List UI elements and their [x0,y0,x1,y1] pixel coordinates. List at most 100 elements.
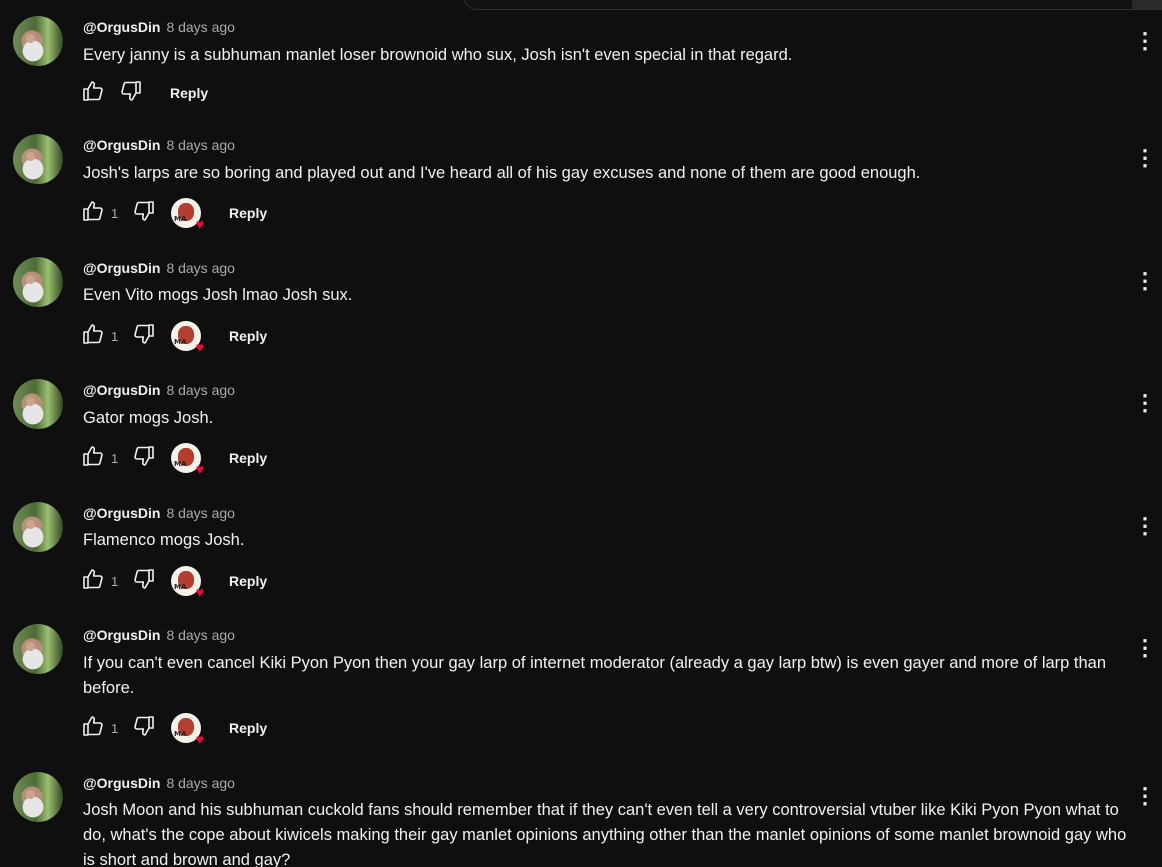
more-vertical-icon: ⋮ [1134,635,1156,660]
thumbs-up-icon [81,322,105,351]
comment-time[interactable]: 8 days ago [166,382,235,398]
thumbs-down-icon [119,79,143,108]
creator-badge-text: MA [174,215,187,223]
more-vertical-icon: ⋮ [1134,783,1156,808]
comments-page: @OrgusDin 8 days ago Every janny is a sub… [0,0,1162,867]
comment-header: @OrgusDin 8 days ago [83,504,235,522]
comment-time[interactable]: 8 days ago [166,627,235,643]
author-avatar[interactable] [13,502,63,552]
comment-menu-button[interactable]: ⋮ [1134,635,1156,660]
thumbs-down-icon [132,714,156,743]
author-avatar[interactable] [13,379,63,429]
comment-actions: 1 MA ♥ Reply [80,713,267,747]
like-count: 1 [111,205,119,221]
comment-text: Every janny is a subhuman manlet loser b… [83,46,793,64]
thumbs-up-icon [81,444,105,473]
comment-menu-button[interactable]: ⋮ [1134,268,1156,293]
creator-heart-badge: MA ♥ [171,321,204,355]
thumbs-up-icon [81,714,105,743]
creator-heart-badge: MA ♥ [171,713,204,747]
comment-time[interactable]: 8 days ago [166,19,235,35]
reply-button[interactable]: Reply [229,450,267,466]
author-name[interactable]: @OrgusDin [83,775,160,791]
creator-heart-icon: ♥ [195,731,204,747]
thumbs-down-icon [132,322,156,351]
like-button[interactable] [80,445,106,471]
creator-heart-badge: MA ♥ [171,443,204,476]
thumbs-up-icon [81,567,105,596]
comment-menu-button[interactable]: ⋮ [1134,513,1156,538]
author-avatar[interactable] [13,772,63,822]
like-count: 1 [111,450,119,466]
comment-actions: 1 MA ♥ Reply [80,443,267,476]
scrollbar[interactable] [1132,0,1162,9]
creator-heart-icon: ♥ [195,216,204,232]
comment-text: Even Vito mogs Josh lmao Josh sux. [83,286,353,304]
dislike-button[interactable] [131,715,157,741]
more-vertical-icon: ⋮ [1134,390,1156,415]
comment-header: @OrgusDin 8 days ago [83,626,235,644]
comment-menu-button[interactable]: ⋮ [1134,145,1156,170]
thumbs-up-icon [81,199,105,228]
author-avatar[interactable] [13,257,63,307]
like-button[interactable] [80,323,106,349]
more-vertical-icon: ⋮ [1134,28,1156,53]
like-count: 1 [111,720,119,736]
creator-badge-text: MA [174,338,187,346]
comment-header: @OrgusDin 8 days ago [83,381,235,399]
search-bar-edge[interactable] [463,0,1162,10]
more-vertical-icon: ⋮ [1134,268,1156,293]
reply-button[interactable]: Reply [229,205,267,221]
comment-actions: Reply [80,78,208,108]
like-button[interactable] [80,200,106,226]
reply-button[interactable]: Reply [229,573,267,589]
thumbs-down-icon [132,199,156,228]
dislike-button[interactable] [131,200,157,226]
like-button[interactable] [80,80,106,106]
comment-text: Josh's larps are so boring and played ou… [83,164,921,182]
creator-heart-icon: ♥ [195,584,204,600]
dislike-button[interactable] [118,80,144,106]
creator-badge-text: MA [174,460,187,468]
comment-actions: 1 MA ♥ Reply [80,198,267,232]
reply-button[interactable]: Reply [229,720,267,736]
comment-text: Josh Moon and his subhuman cuckold fans … [83,801,1127,867]
comment-menu-button[interactable]: ⋮ [1134,783,1156,808]
dislike-button[interactable] [131,323,157,349]
comment-header: @OrgusDin 8 days ago [83,18,235,36]
creator-heart-icon: ♥ [195,339,204,355]
author-name[interactable]: @OrgusDin [83,505,160,521]
like-button[interactable] [80,568,106,594]
thumbs-up-icon [81,79,105,108]
like-button[interactable] [80,715,106,741]
author-avatar[interactable] [13,134,63,184]
author-name[interactable]: @OrgusDin [83,19,160,35]
author-avatar[interactable] [13,624,63,674]
comment-text: Flamenco mogs Josh. [83,531,245,549]
comment-time[interactable]: 8 days ago [166,505,235,521]
thumbs-down-icon [132,444,156,473]
author-name[interactable]: @OrgusDin [83,627,160,643]
dislike-button[interactable] [131,445,157,471]
reply-button[interactable]: Reply [170,85,208,101]
author-name[interactable]: @OrgusDin [83,137,160,153]
comment-time[interactable]: 8 days ago [166,137,235,153]
comment-time[interactable]: 8 days ago [166,260,235,276]
creator-badge-text: MA [174,583,187,591]
comment-menu-button[interactable]: ⋮ [1134,28,1156,53]
creator-heart-badge: MA ♥ [171,198,204,232]
creator-badge-text: MA [174,730,187,738]
comment-time[interactable]: 8 days ago [166,775,235,791]
like-count: 1 [111,328,119,344]
author-name[interactable]: @OrgusDin [83,260,160,276]
reply-button[interactable]: Reply [229,328,267,344]
comment-actions: 1 MA ♥ Reply [80,566,267,600]
like-count: 1 [111,573,119,589]
dislike-button[interactable] [131,568,157,594]
author-avatar[interactable] [13,16,63,66]
creator-heart-badge: MA ♥ [171,566,204,600]
comment-menu-button[interactable]: ⋮ [1134,390,1156,415]
comment-header: @OrgusDin 8 days ago [83,259,235,277]
author-name[interactable]: @OrgusDin [83,382,160,398]
comment-header: @OrgusDin 8 days ago [83,774,235,792]
